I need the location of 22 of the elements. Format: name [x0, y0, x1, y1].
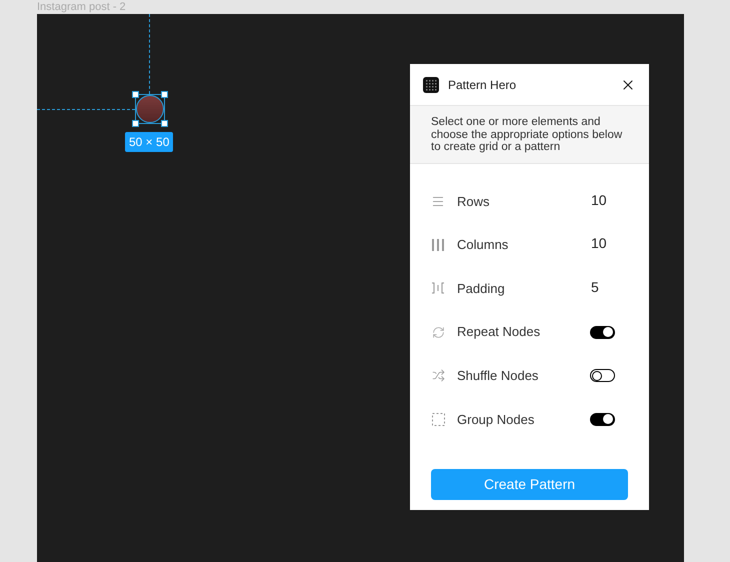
dashed-square-icon — [432, 412, 444, 426]
panel-description: Select one or more elements and choose the appropriate options below to create grid or a pattern — [431, 116, 624, 154]
number-input[interactable]: 10 — [591, 190, 615, 211]
toggle-switch[interactable] — [590, 412, 615, 426]
grid-logo-icon — [423, 76, 439, 92]
number-input[interactable]: 5 — [591, 276, 615, 298]
columns-icon — [431, 238, 445, 251]
number-input[interactable]: 10 — [591, 233, 615, 254]
padding-icon — [431, 282, 445, 294]
refresh-icon — [432, 326, 444, 339]
toggle-switch[interactable] — [590, 369, 615, 382]
option-label: Shuffle Nodes — [457, 366, 540, 385]
option-label: Padding — [457, 280, 506, 298]
option-label: Columns — [457, 236, 510, 254]
toggle-switch[interactable] — [590, 326, 615, 339]
shuffle-icon — [432, 369, 444, 382]
option-label: Rows — [457, 192, 491, 211]
option-label: Repeat Nodes — [457, 323, 542, 342]
size-label: 50 × 50 — [125, 132, 174, 152]
selected-circle[interactable] — [135, 94, 165, 124]
option-label: Group Nodes — [457, 410, 536, 429]
panel-title: Pattern Hero — [448, 76, 518, 94]
